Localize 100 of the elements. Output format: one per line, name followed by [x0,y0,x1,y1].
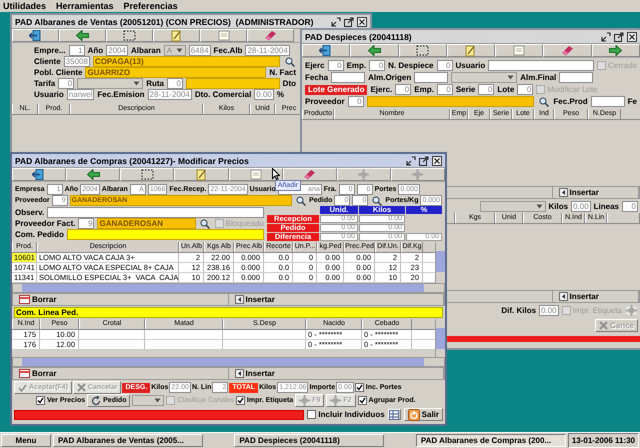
toolbar-button[interactable] [228,168,283,181]
left-arrow-icon [76,30,89,41]
close-icon[interactable] [432,156,442,166]
input-field[interactable]: GANADEROSAN [97,218,196,229]
check-mark-icon [236,397,244,404]
field-label: Ruta [146,79,164,88]
search-button[interactable] [198,218,212,229]
input-field[interactable]: COPAGA(13) [92,56,280,67]
menu-item[interactable]: Utilidades [3,1,46,11]
field-label: Fec.Alb [214,46,242,55]
scrollbar[interactable] [12,357,445,367]
input-field[interactable] [590,96,625,107]
input-field[interactable]: 0 [328,60,344,71]
input-field[interactable]: 0 [348,96,364,107]
field-label: Dto. Comercial [194,90,252,99]
field-label: N. Despiece [388,61,434,70]
left-arrow-icon [368,45,381,56]
menu-item[interactable]: Preferencias [124,1,178,11]
input-field[interactable] [366,96,534,107]
toolbar-button[interactable] [120,168,174,181]
toolbar-button[interactable] [12,168,66,181]
input-field[interactable] [559,72,594,83]
search-icon [538,96,549,106]
field-label: N. Fact [269,68,296,77]
eraser-icon [303,169,316,180]
input-field[interactable]: 0 [395,84,412,95]
icon-button[interactable] [388,409,401,420]
restore-icon[interactable] [601,32,611,42]
input-field[interactable]: 0.00 [254,89,274,100]
cross-icon [598,321,608,330]
check-mark-icon [37,397,44,404]
input-field[interactable]: 0 [517,84,534,95]
input-field[interactable]: 35008 [64,56,90,67]
maximize-icon[interactable] [419,156,429,166]
field-label: Observ. [15,208,44,217]
menu-item[interactable]: Herramientas [56,1,114,11]
delete-row-icon [19,295,30,304]
eraser-icon [561,45,574,56]
close-icon[interactable] [627,32,637,42]
field-label: Com. Pedido [15,230,64,239]
door-arrow-icon [32,169,46,180]
input-field[interactable]: 0.00 [539,305,559,316]
input-field[interactable] [331,72,366,83]
restore-icon[interactable] [331,16,341,26]
field-label: Proveedor [305,97,345,106]
input-field[interactable] [47,207,264,218]
insert-row-icon [234,295,244,304]
input-field[interactable]: 0.00 [571,200,591,212]
toolbar-button[interactable] [592,44,640,57]
input-field[interactable]: 28-11-2004 [245,45,290,56]
taskbar-button[interactable]: PAD Albaranes de Compras (200... [416,434,566,447]
search-button[interactable] [294,195,308,206]
door-arrow-icon [319,45,334,56]
input-field[interactable] [66,229,264,240]
scrollbar[interactable] [12,283,445,293]
toolbar-button[interactable] [302,44,350,57]
caret-icon [536,204,543,208]
toolbar-button[interactable] [398,44,447,57]
input-field[interactable]: narwel [66,89,94,100]
taskbar-button[interactable]: PAD Albaranes de Ventas (2005... [53,434,203,447]
input-field[interactable]: 6484 [188,45,211,56]
input-field[interactable]: 0 [436,84,453,95]
dropdown[interactable] [132,395,164,406]
input-field[interactable]: 0 [369,60,386,71]
action-button[interactable]: Borrar [17,369,58,378]
toolbar-button[interactable] [106,29,153,42]
taskbar-button[interactable]: PAD Despieces (20041118) [234,434,384,447]
input-field[interactable] [414,72,448,83]
input-field[interactable] [488,60,594,71]
search-button[interactable] [370,195,384,206]
scrollbar[interactable] [435,242,445,283]
action-button[interactable]: Insertar [556,292,601,301]
input-field[interactable]: Com. Linea Ped. [14,307,443,318]
toolbar-button[interactable] [350,44,399,57]
maximize-icon[interactable] [344,16,354,26]
toolbar-button[interactable] [12,29,59,42]
checkbox[interactable]: Incluir Individuos [307,410,385,419]
toolbar-button[interactable] [59,29,106,42]
field-label: Albaran [130,46,161,55]
command-button[interactable]: Salir [404,408,443,421]
input-field[interactable] [186,78,280,89]
action-button[interactable]: Insertar [232,295,277,304]
search-button[interactable] [537,96,550,107]
input-field[interactable]: 0 [58,78,74,89]
action-button[interactable]: Borrar [17,295,58,304]
input-field[interactable]: 2004 [106,45,128,56]
window-title: PAD Albaranes de Ventas (20051201) (CON PRECIOS) (ADMINISTRADOR) [15,16,315,26]
door-arrow-icon [28,30,42,41]
input-field[interactable]: GUARRIZO [85,67,266,78]
action-button[interactable]: Insertar [232,369,277,378]
search-button[interactable] [283,56,296,67]
toolbar-button[interactable] [66,168,120,181]
restore-icon[interactable] [406,156,416,166]
close-icon[interactable] [357,16,367,26]
action-button[interactable]: Insertar [556,188,601,197]
scrollbar[interactable] [435,319,445,357]
maximize-icon[interactable] [614,32,624,42]
start-menu-button[interactable]: Menu [1,434,51,447]
left-arrow-icon [86,169,100,180]
grid-icon [389,410,400,420]
